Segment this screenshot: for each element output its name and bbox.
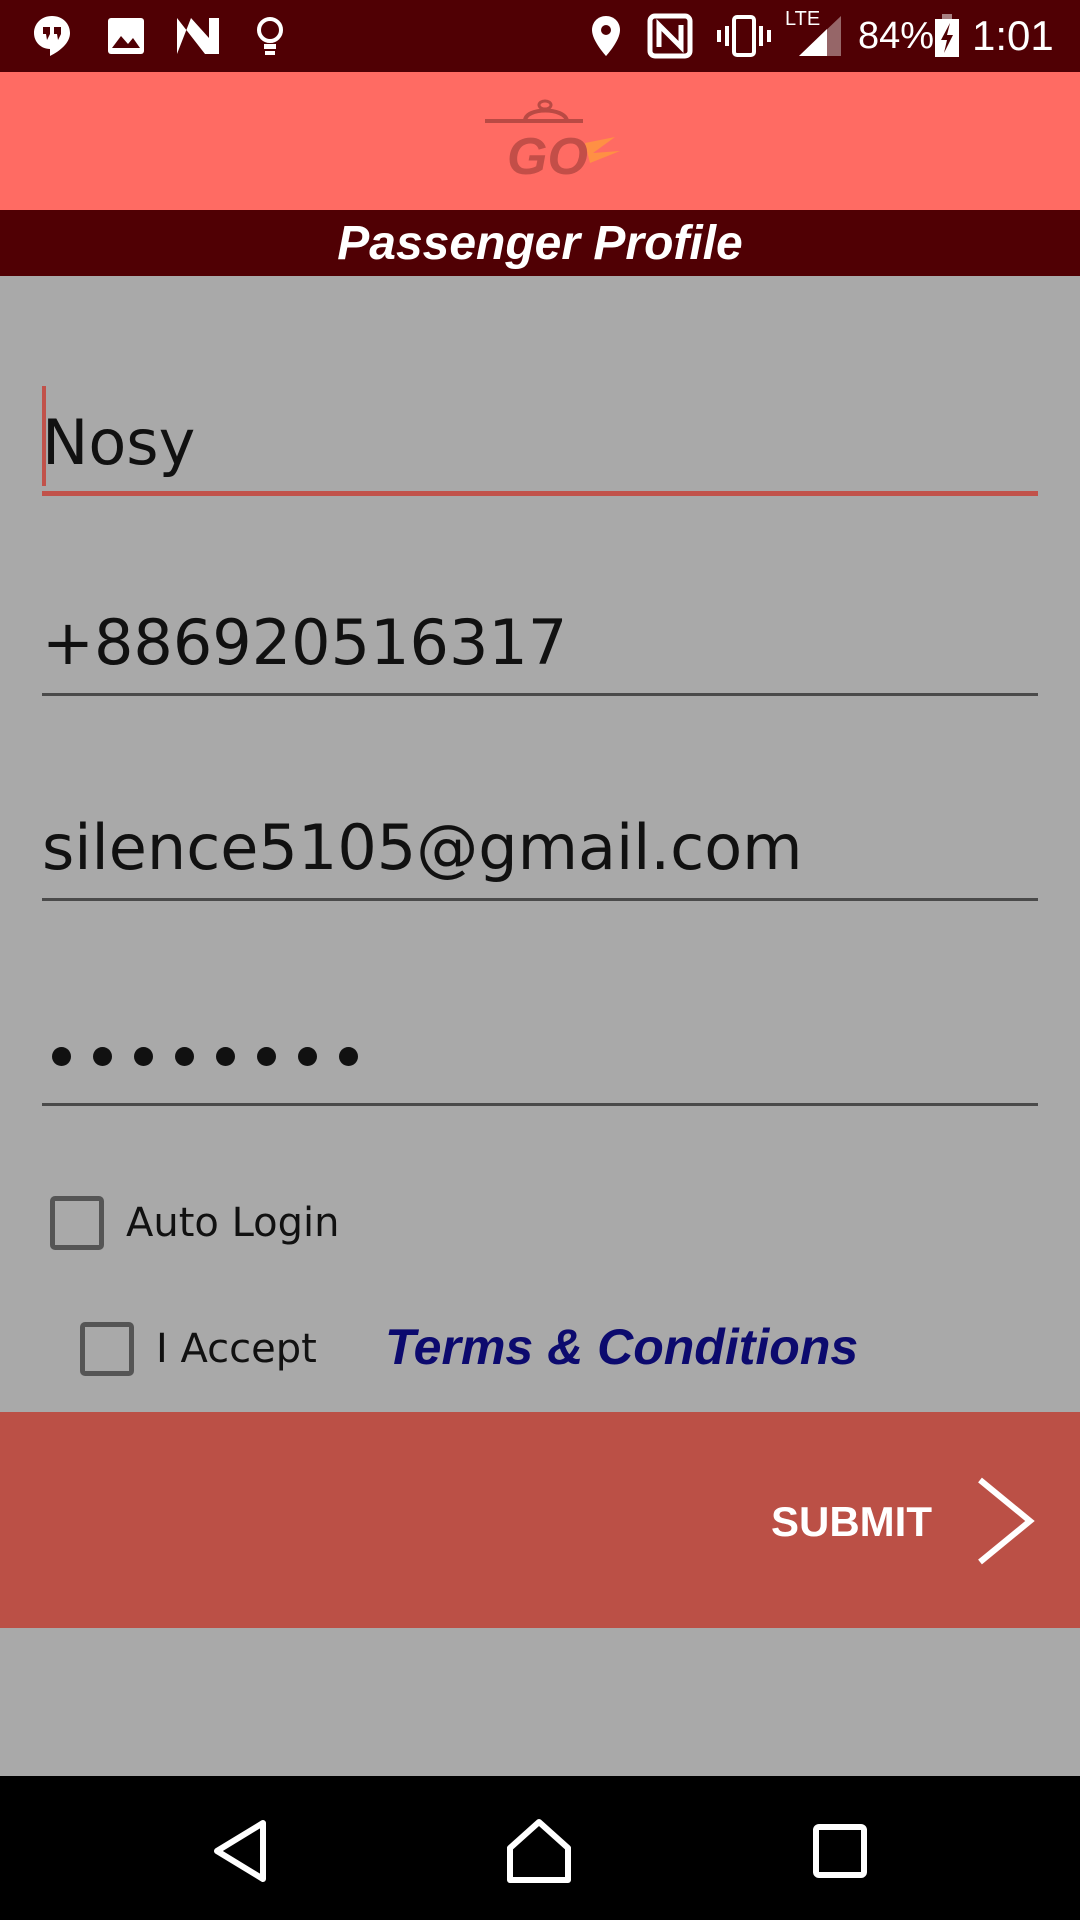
home-icon[interactable] [494, 1806, 584, 1896]
image-icon [104, 12, 148, 60]
password-dots [52, 1047, 358, 1066]
app-logo-text: GO [507, 128, 588, 186]
name-field[interactable] [42, 386, 1038, 496]
recents-icon[interactable] [795, 1806, 885, 1896]
auto-login-row[interactable]: Auto Login [50, 1196, 340, 1250]
location-icon [588, 12, 624, 60]
submit-label: SUBMIT [771, 1498, 932, 1545]
back-icon[interactable] [196, 1806, 286, 1896]
email-field[interactable] [42, 791, 1038, 901]
name-input[interactable] [42, 396, 1038, 488]
accept-row[interactable]: I Accept [80, 1322, 317, 1376]
app-header: GO [0, 72, 1080, 210]
status-bar: LTE 84% 1:01 [0, 0, 1080, 72]
phone-input[interactable] [42, 596, 1038, 688]
page-title-bar: Passenger Profile [0, 210, 1080, 276]
chevron-right-icon [970, 1476, 1040, 1571]
battery-percent: 84% [858, 15, 935, 57]
nfc-icon [646, 12, 694, 60]
clock: 1:01 [972, 12, 1054, 59]
accept-label: I Accept [156, 1326, 317, 1372]
phone-field-underline [42, 693, 1038, 696]
hangouts-icon [30, 12, 74, 60]
app-logo: GO [455, 91, 625, 191]
lightbulb-icon [252, 12, 288, 60]
auto-login-label: Auto Login [126, 1200, 340, 1246]
battery-icon [932, 12, 962, 60]
name-field-underline [42, 491, 1038, 496]
terms-conditions-link[interactable]: Terms & Conditions [385, 1318, 858, 1376]
phone-field[interactable] [42, 586, 1038, 696]
vibrate-icon [716, 12, 772, 60]
signal-icon [796, 12, 844, 60]
password-field-underline [42, 1103, 1038, 1106]
password-field[interactable]: •••••••• [42, 996, 1038, 1106]
auto-login-checkbox[interactable] [50, 1196, 104, 1250]
email-field-underline [42, 898, 1038, 901]
system-nav-bar [0, 1776, 1080, 1920]
page-title: Passenger Profile [337, 216, 743, 270]
accept-checkbox[interactable] [80, 1322, 134, 1376]
email-input[interactable] [42, 801, 1038, 893]
n-logo-icon [174, 12, 222, 60]
submit-button[interactable]: SUBMIT [0, 1412, 1080, 1628]
